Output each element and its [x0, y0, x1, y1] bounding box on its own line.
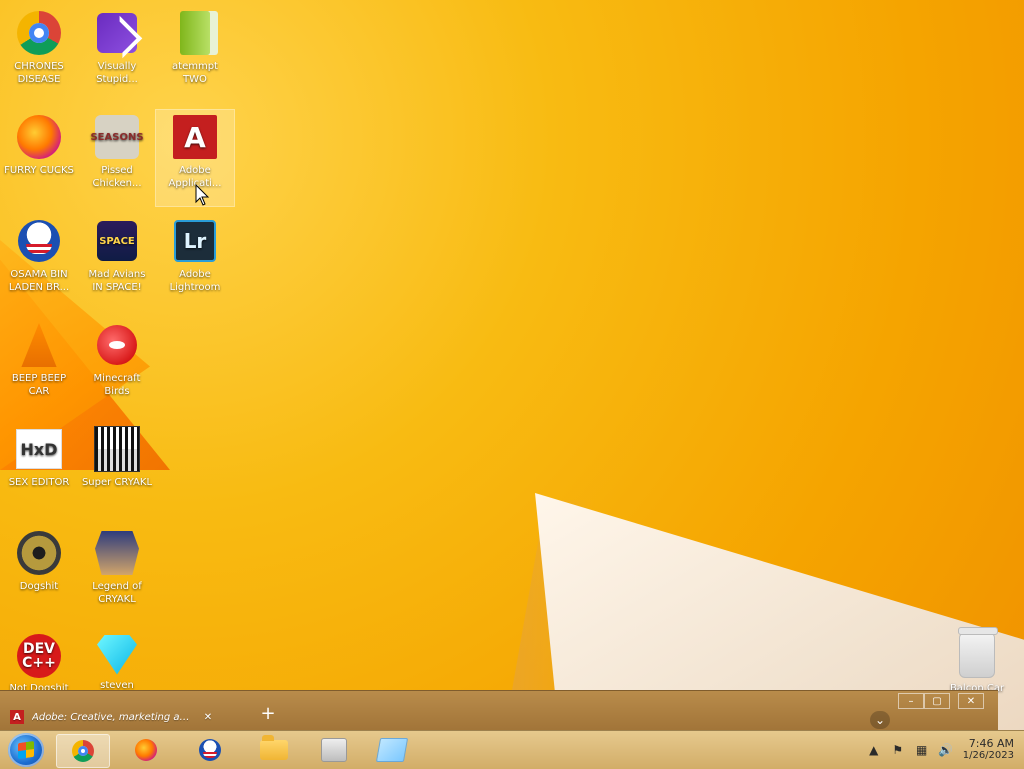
close-button[interactable]: ✕ [958, 693, 984, 709]
taskbar-obama-button[interactable] [184, 734, 236, 766]
visual-studio-icon [94, 10, 140, 56]
chrome-icon [16, 10, 62, 56]
desktop-icon-label: Legend of CRYAKL [92, 581, 142, 605]
taskbar-glass-button[interactable] [366, 734, 418, 766]
desktop-icon-attempt-two[interactable]: atemmpt TWO [156, 6, 234, 102]
desktop-icon-pissed-chicken[interactable]: SEASONS Pissed Chicken... [78, 110, 156, 206]
desktop-icon-label: BEEP BEEP CAR [11, 373, 67, 397]
desktop-icon-steven[interactable]: steven [78, 630, 156, 692]
obama-logo-icon [16, 218, 62, 264]
desktop-icon-recycle-bin[interactable]: Balcon Car [938, 627, 1016, 694]
desktop-icon-label: atemmpt TWO [172, 61, 218, 85]
cpp-disc-icon [16, 530, 62, 576]
browser-window-controls: ⌄ – ▢ ✕ [858, 691, 998, 731]
obama-logo-icon [199, 739, 221, 761]
desktop-icon-adobe-lightroom[interactable]: Lr Adobe Lightroom [156, 214, 234, 310]
glass-icon [375, 738, 409, 762]
desktop-icon-label: Mad Avians IN SPACE! [88, 269, 146, 293]
devcpp-icon: DEV C++ [16, 634, 62, 678]
flag-icon[interactable]: ⚑ [891, 743, 905, 757]
system-tray: ▲ ⚑ ▦ 🔊 7:46 AM 1/26/2023 [867, 733, 1014, 767]
taskbar-explorer-button[interactable] [248, 734, 300, 766]
mouse-cursor-icon [195, 184, 210, 206]
tray-up-arrow-icon[interactable]: ▲ [867, 743, 881, 757]
hxd-icon: HxD [16, 426, 62, 472]
recycle-bin-icon [954, 627, 1000, 678]
folder-icon [260, 735, 288, 760]
clock-date: 1/26/2023 [962, 750, 1014, 761]
desktop-icon-beep-beep-car[interactable]: BEEP BEEP CAR [0, 318, 78, 414]
desktop-icon-label: Super CRYAKL [81, 477, 153, 488]
vlc-cone-icon [16, 322, 62, 368]
network-icon[interactable]: ▦ [915, 743, 929, 757]
minimize-button[interactable]: – [898, 693, 924, 709]
clock[interactable]: 7:46 AM 1/26/2023 [963, 738, 1014, 762]
browser-tab-adobe[interactable]: A Adobe: Creative, marketing and do ✕ [10, 703, 242, 731]
lightroom-icon: Lr [172, 218, 218, 264]
desktop-icon-dogshit[interactable]: Dogshit [0, 526, 78, 622]
chevron-down-icon[interactable]: ⌄ [870, 711, 890, 729]
desktop-icon-label: Minecraft Birds [93, 373, 141, 397]
desktop-icon-legend-of-cryakl[interactable]: Legend of CRYAKL [78, 526, 156, 622]
angry-bird-icon [94, 322, 140, 368]
firefox-icon [135, 739, 157, 761]
desktop-icon-label: SEX EDITOR [8, 477, 70, 488]
desktop-icon-super-cryakl[interactable]: Super CRYAKL [78, 422, 156, 518]
start-button[interactable] [8, 733, 44, 767]
desktop-icon-chrones-disease[interactable]: CHRONES DISEASE [0, 6, 78, 102]
desktop-icon-label: CHRONES DISEASE [14, 61, 64, 85]
desktop-icon-label: OSAMA BIN LADEN BR... [8, 269, 70, 293]
taskbar-app-button[interactable] [308, 734, 360, 766]
angry-birds-space-icon: SPACE [94, 218, 140, 264]
adobe-tab-icon: A [10, 710, 24, 724]
tab-close-button[interactable]: ✕ [200, 709, 216, 725]
desktop-icon-not-dogshit[interactable]: DEV C++ Not Dogshit [0, 630, 78, 694]
app-icon [321, 738, 347, 762]
new-tab-button[interactable]: + [258, 703, 278, 724]
desktop-icon-label: Dogshit [19, 581, 59, 592]
clock-time: 7:46 AM [968, 737, 1014, 750]
desktop-icon-label: Adobe Lightroom [169, 269, 221, 293]
chrome-icon [72, 740, 94, 762]
desktop-icon-label: Visually Stupid... [96, 61, 138, 85]
desktop-icon-furry-cucks[interactable]: FURRY CUCKS [0, 110, 78, 206]
green-folder-icon [172, 10, 218, 56]
taskbar: ▲ ⚑ ▦ 🔊 7:46 AM 1/26/2023 [0, 730, 1024, 769]
desktop-icon-minecraft-birds[interactable]: Minecraft Birds [78, 318, 156, 414]
angry-birds-seasons-icon: SEASONS [90, 114, 144, 160]
desktop-icon-label: FURRY CUCKS [4, 165, 74, 176]
browser-tab-strip: A Adobe: Creative, marketing and do ✕ + … [0, 690, 998, 731]
desktop-wallpaper: CHRONES DISEASE Visually Stupid... atemm… [0, 0, 1024, 768]
desktop-icon-osama-bin-laden[interactable]: OSAMA BIN LADEN BR... [0, 214, 78, 310]
adobe-icon: A [172, 114, 218, 160]
pixel-character-icon [94, 530, 140, 576]
diamond-icon [94, 634, 140, 675]
desktop-icon-sex-editor[interactable]: HxD SEX EDITOR [0, 422, 78, 518]
desktop-icon-label: Pissed Chicken... [92, 165, 142, 189]
taskbar-firefox-button[interactable] [120, 734, 172, 766]
browser-tab-title: Adobe: Creative, marketing and do [32, 711, 192, 723]
restore-button[interactable]: ▢ [924, 693, 950, 709]
firefox-icon [16, 114, 62, 160]
desktop-icon-mad-avians-space[interactable]: SPACE Mad Avians IN SPACE! [78, 214, 156, 310]
pixel-art-icon [94, 426, 140, 472]
volume-icon[interactable]: 🔊 [938, 743, 953, 757]
taskbar-chrome-button[interactable] [56, 734, 110, 768]
desktop-icon-visually-stupid[interactable]: Visually Stupid... [78, 6, 156, 102]
